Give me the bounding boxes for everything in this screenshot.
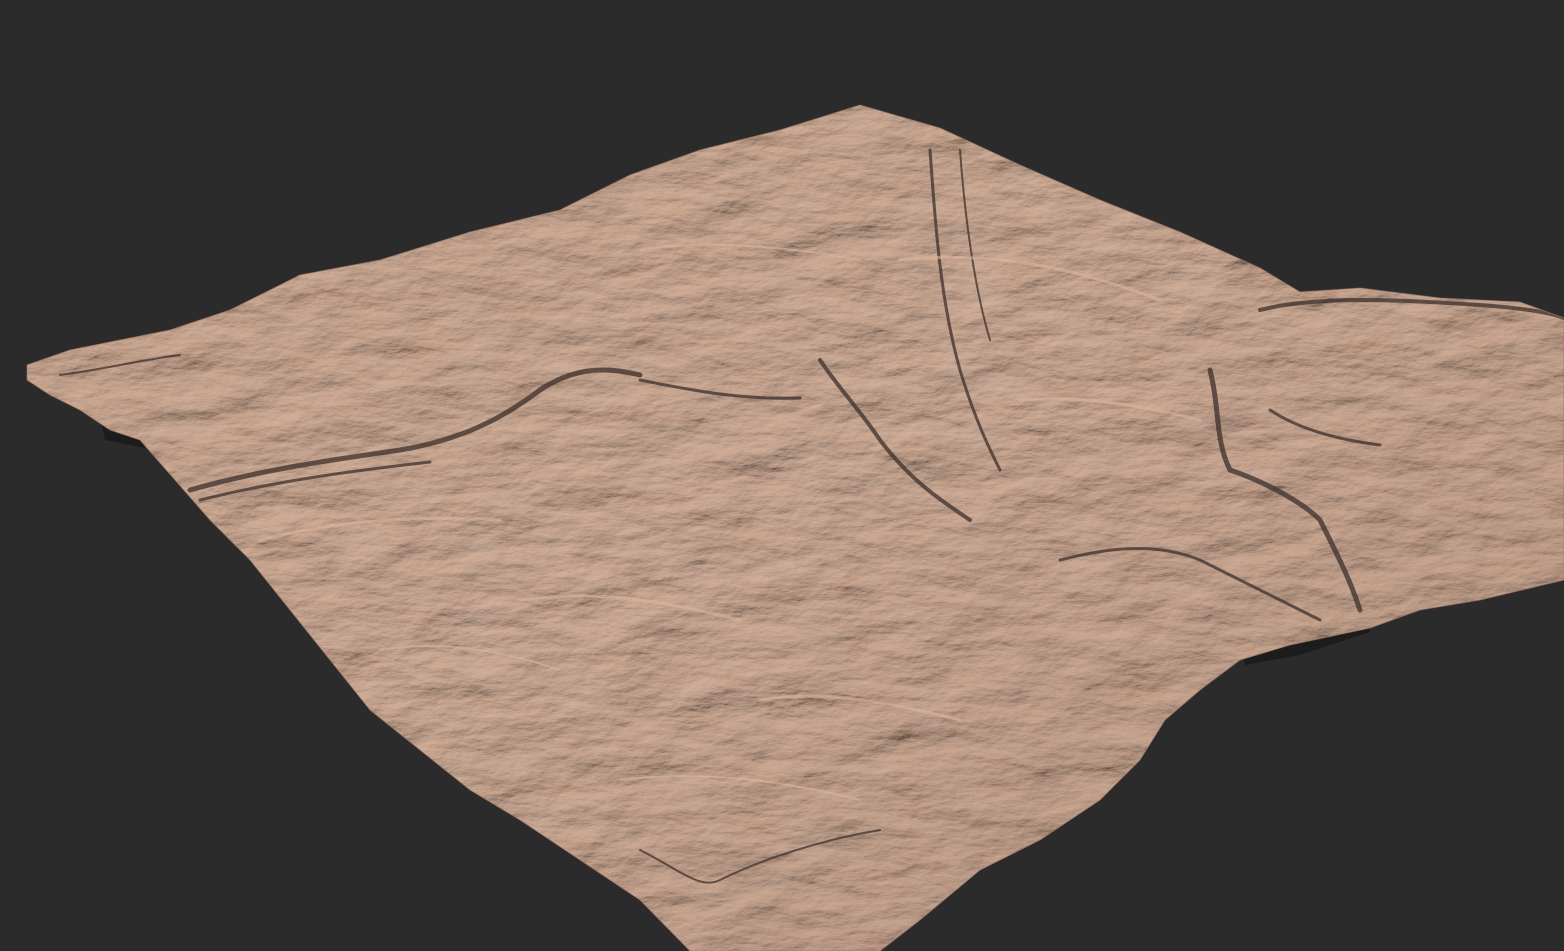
- terrain-render: [26, 104, 1564, 951]
- terrain-surface: [27, 105, 1564, 951]
- 3d-viewport[interactable]: [0, 0, 1564, 951]
